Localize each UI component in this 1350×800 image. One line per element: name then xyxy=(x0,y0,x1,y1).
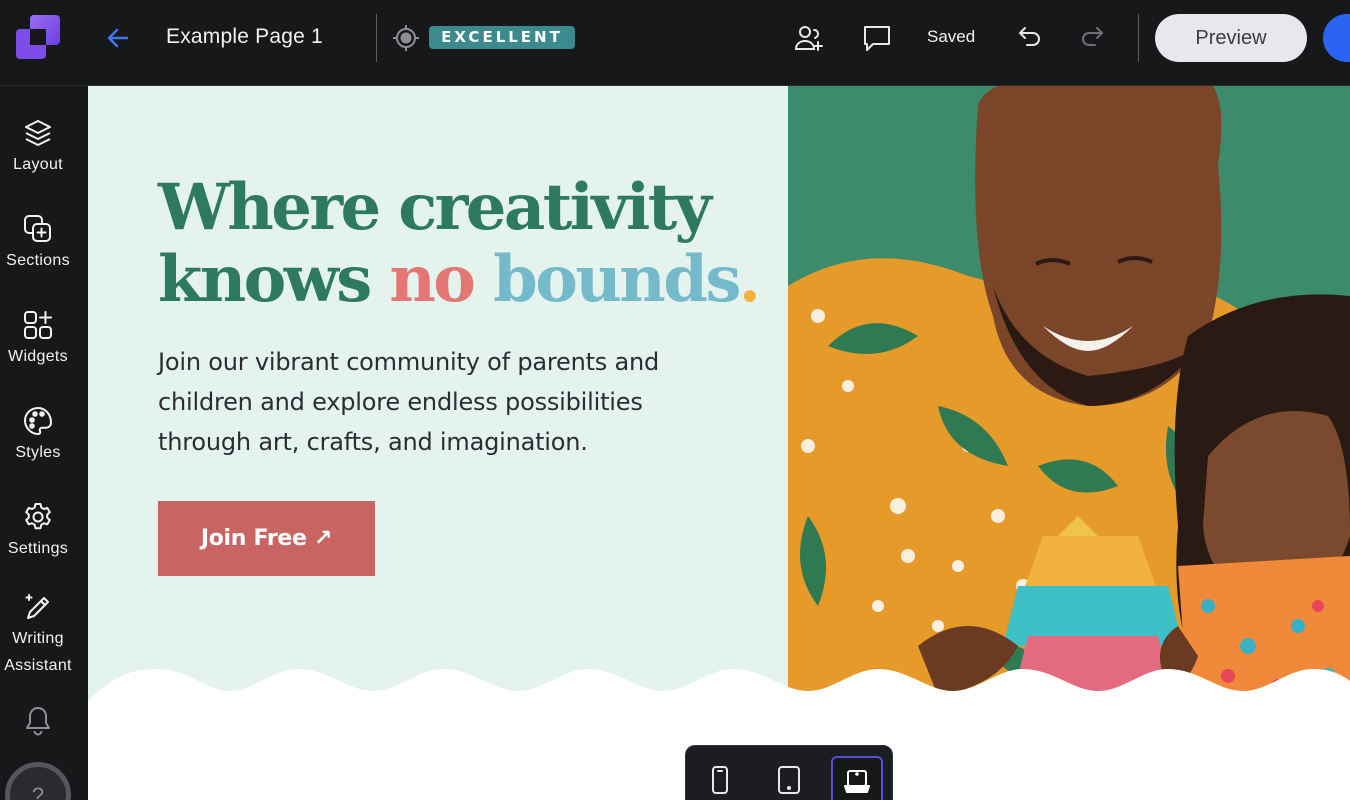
sidebar-item-layout[interactable]: Layout xyxy=(0,117,76,178)
add-section-icon xyxy=(24,215,51,242)
comment-icon[interactable] xyxy=(861,22,893,54)
divider xyxy=(376,14,377,62)
hero-text-panel: Where creativity knows no bounds. Join o… xyxy=(88,86,788,706)
layers-icon xyxy=(25,120,51,146)
desktop-view-button[interactable] xyxy=(831,756,883,800)
headline-highlight-no: no xyxy=(389,242,476,317)
tablet-icon xyxy=(778,766,800,794)
sidebar-item-label: Styles xyxy=(15,444,61,461)
left-sidebar: Layout Sections Widgets Styles Settings xyxy=(0,86,88,800)
headline-highlight-bounds: bounds xyxy=(473,242,741,317)
target-icon[interactable] xyxy=(392,24,420,52)
palette-icon xyxy=(23,406,53,436)
help-button[interactable]: ? xyxy=(5,762,71,800)
gear-icon xyxy=(25,503,51,530)
preview-button[interactable]: Preview xyxy=(1155,14,1307,62)
tablet-view-button[interactable] xyxy=(763,756,815,800)
headline-dot: . xyxy=(738,242,761,317)
widgets-icon xyxy=(24,311,52,339)
page-canvas: Where creativity knows no bounds. Join o… xyxy=(88,86,1350,800)
sidebar-item-label: Settings xyxy=(7,540,69,557)
wave-divider xyxy=(88,669,1350,711)
save-status: Saved xyxy=(927,27,976,46)
divider xyxy=(1138,14,1139,62)
sidebar-item-label: Writing Assistant xyxy=(4,630,72,674)
publish-button[interactable] xyxy=(1323,14,1350,62)
laptop-icon xyxy=(844,770,870,793)
mobile-icon xyxy=(712,766,728,794)
join-free-button[interactable]: Join Free ↗ xyxy=(158,501,375,576)
undo-icon[interactable] xyxy=(1011,22,1043,54)
app-logo[interactable] xyxy=(14,15,62,61)
back-arrow-icon[interactable] xyxy=(104,24,132,52)
seo-score-badge[interactable]: EXCELLENT xyxy=(429,26,575,49)
sidebar-item-label: Sections xyxy=(6,252,70,269)
sidebar-item-sections[interactable]: Sections xyxy=(0,213,76,274)
hero-image[interactable] xyxy=(788,86,1350,706)
hero-headline[interactable]: Where creativity knows no bounds. xyxy=(158,172,778,316)
sidebar-item-label: Layout xyxy=(13,156,63,173)
device-switcher xyxy=(685,745,893,800)
sidebar-item-writing-assistant[interactable]: Writing Assistant xyxy=(0,591,76,679)
sidebar-item-styles[interactable]: Styles xyxy=(0,405,76,466)
add-user-icon[interactable] xyxy=(792,22,824,54)
redo-icon[interactable] xyxy=(1079,22,1111,54)
sidebar-item-widgets[interactable]: Widgets xyxy=(0,309,76,370)
sidebar-item-label: Widgets xyxy=(8,348,68,365)
page-title[interactable]: Example Page 1 xyxy=(166,23,323,51)
sidebar-item-settings[interactable]: Settings xyxy=(0,501,76,562)
bell-icon[interactable] xyxy=(22,704,54,738)
top-bar: Example Page 1 EXCELLENT Saved Preview xyxy=(0,0,1350,86)
mobile-view-button[interactable] xyxy=(694,756,746,800)
hero-body-text[interactable]: Join our vibrant community of parents an… xyxy=(158,342,718,462)
hero-photo-illustration xyxy=(788,86,1350,706)
magic-pen-icon xyxy=(25,594,49,619)
